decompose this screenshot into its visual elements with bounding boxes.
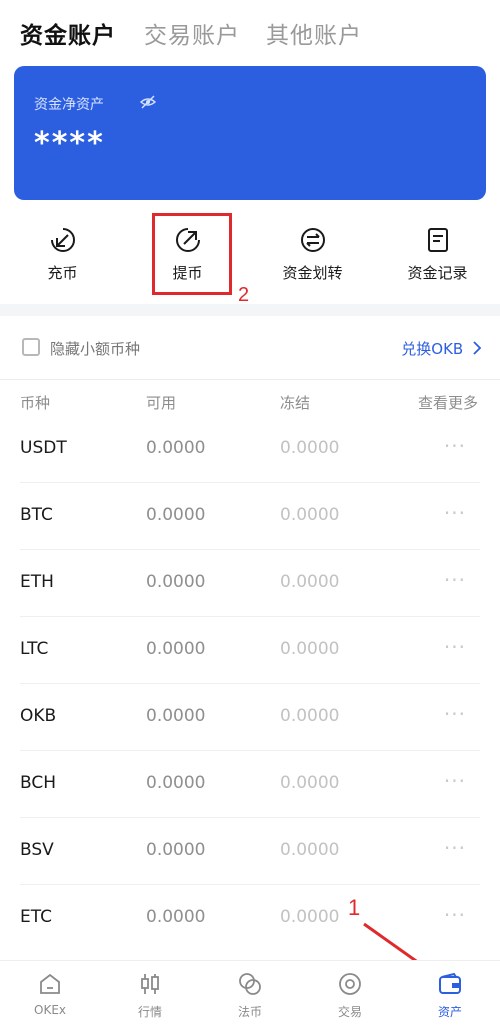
more-dots-icon[interactable]: ··· [444, 769, 466, 793]
section-divider [0, 304, 500, 316]
frozen-amount: 0.0000 [280, 840, 340, 860]
table-row[interactable]: USDT 0.0000 0.0000 ··· [0, 416, 500, 483]
header-coin: 币种 [20, 394, 51, 412]
nav-label-okex: OKEx [34, 1003, 66, 1017]
available-amount: 0.0000 [146, 639, 206, 659]
more-dots-icon[interactable]: ··· [444, 568, 466, 592]
frozen-amount: 0.0000 [280, 907, 340, 927]
asset-table: USDT 0.0000 0.0000 ··· BTC 0.0000 0.0000… [0, 416, 500, 952]
net-asset-card: 资金净资产 **** [14, 66, 486, 200]
fiat-coins-icon [237, 971, 263, 997]
fund-records-label: 资金记录 [407, 264, 468, 282]
nav-label-market: 行情 [137, 1005, 162, 1019]
nav-item-okex[interactable]: OKEx [0, 961, 100, 1030]
frozen-amount: 0.0000 [280, 505, 340, 525]
trade-icon [337, 971, 363, 997]
wallet-icon [437, 971, 463, 997]
more-dots-icon[interactable]: ··· [444, 635, 466, 659]
tab-other-account[interactable]: 其他账户 [266, 16, 362, 50]
available-amount: 0.0000 [146, 438, 206, 458]
fund-records-button[interactable]: 资金记录 [375, 210, 500, 300]
candlestick-icon [137, 971, 163, 997]
deposit-button[interactable]: 充币 [0, 210, 125, 300]
more-dots-icon[interactable]: ··· [444, 434, 466, 458]
frozen-amount: 0.0000 [280, 572, 340, 592]
coin-name: ETC [20, 907, 52, 927]
nav-label-fiat: 法币 [237, 1005, 262, 1019]
nav-item-trade[interactable]: 交易 [300, 961, 400, 1030]
table-row[interactable]: BSV 0.0000 0.0000 ··· [0, 818, 500, 885]
header-more: 查看更多 [417, 394, 478, 412]
nav-label-trade: 交易 [337, 1005, 362, 1019]
more-dots-icon[interactable]: ··· [444, 836, 466, 860]
more-dots-icon[interactable]: ··· [444, 501, 466, 525]
coin-name: BSV [20, 840, 54, 860]
hide-small-checkbox[interactable] [22, 338, 40, 356]
frozen-amount: 0.0000 [280, 438, 340, 458]
account-tabs: 资金账户 交易账户 其他账户 [0, 0, 500, 62]
coin-name: ETH [20, 572, 54, 592]
available-amount: 0.0000 [146, 505, 206, 525]
deposit-label: 充币 [47, 264, 78, 282]
coin-name: OKB [20, 706, 57, 726]
frozen-amount: 0.0000 [280, 773, 340, 793]
eye-hidden-icon[interactable] [139, 94, 157, 110]
coin-name: BCH [20, 773, 57, 793]
available-amount: 0.0000 [146, 840, 206, 860]
more-dots-icon[interactable]: ··· [444, 702, 466, 726]
table-row[interactable]: ETH 0.0000 0.0000 ··· [0, 550, 500, 617]
swap-okb-link[interactable]: 兑换OKB [401, 338, 482, 359]
asset-table-header: 币种 可用 冻结 查看更多 [0, 392, 500, 416]
available-amount: 0.0000 [146, 706, 206, 726]
nav-item-market[interactable]: 行情 [100, 961, 200, 1030]
withdraw-highlight-box [152, 213, 232, 295]
frozen-amount: 0.0000 [280, 706, 340, 726]
transfer-label: 资金划转 [282, 264, 343, 282]
header-available: 可用 [146, 394, 177, 412]
bottom-nav: OKEx 行情 法币 交易 资产 [0, 960, 500, 1030]
action-bar: 充币 提币 资金划转 资金记录 [0, 210, 500, 300]
table-row[interactable]: LTC 0.0000 0.0000 ··· [0, 617, 500, 684]
home-icon [37, 971, 63, 997]
net-asset-value: **** [34, 126, 105, 161]
header-frozen: 冻结 [280, 394, 311, 412]
nav-label-assets: 资产 [437, 1005, 462, 1019]
table-row[interactable]: OKB 0.0000 0.0000 ··· [0, 684, 500, 751]
available-amount: 0.0000 [146, 907, 206, 927]
coin-name: LTC [20, 639, 49, 659]
nav-item-assets[interactable]: 资产 [400, 961, 500, 1030]
transfer-icon [299, 226, 327, 254]
frozen-amount: 0.0000 [280, 639, 340, 659]
table-row[interactable]: BTC 0.0000 0.0000 ··· [0, 483, 500, 550]
chevron-right-icon [468, 340, 482, 358]
net-asset-label: 资金净资产 [34, 97, 104, 113]
deposit-arrow-icon [49, 226, 77, 254]
step-1-annotation: 1 [348, 895, 361, 920]
nav-item-fiat[interactable]: 法币 [200, 961, 300, 1030]
filter-row: 隐藏小额币种 兑换OKB [0, 316, 500, 380]
table-row[interactable]: BCH 0.0000 0.0000 ··· [0, 751, 500, 818]
tab-funding-account[interactable]: 资金账户 [20, 16, 116, 50]
hide-small-label[interactable]: 隐藏小额币种 [50, 338, 140, 359]
swap-okb-label: 兑换OKB [401, 340, 464, 358]
available-amount: 0.0000 [146, 773, 206, 793]
transfer-button[interactable]: 资金划转 [250, 210, 375, 300]
record-doc-icon [424, 226, 452, 254]
available-amount: 0.0000 [146, 572, 206, 592]
coin-name: USDT [20, 438, 67, 458]
coin-name: BTC [20, 505, 53, 525]
more-dots-icon[interactable]: ··· [444, 903, 466, 927]
tab-trading-account[interactable]: 交易账户 [144, 16, 240, 50]
